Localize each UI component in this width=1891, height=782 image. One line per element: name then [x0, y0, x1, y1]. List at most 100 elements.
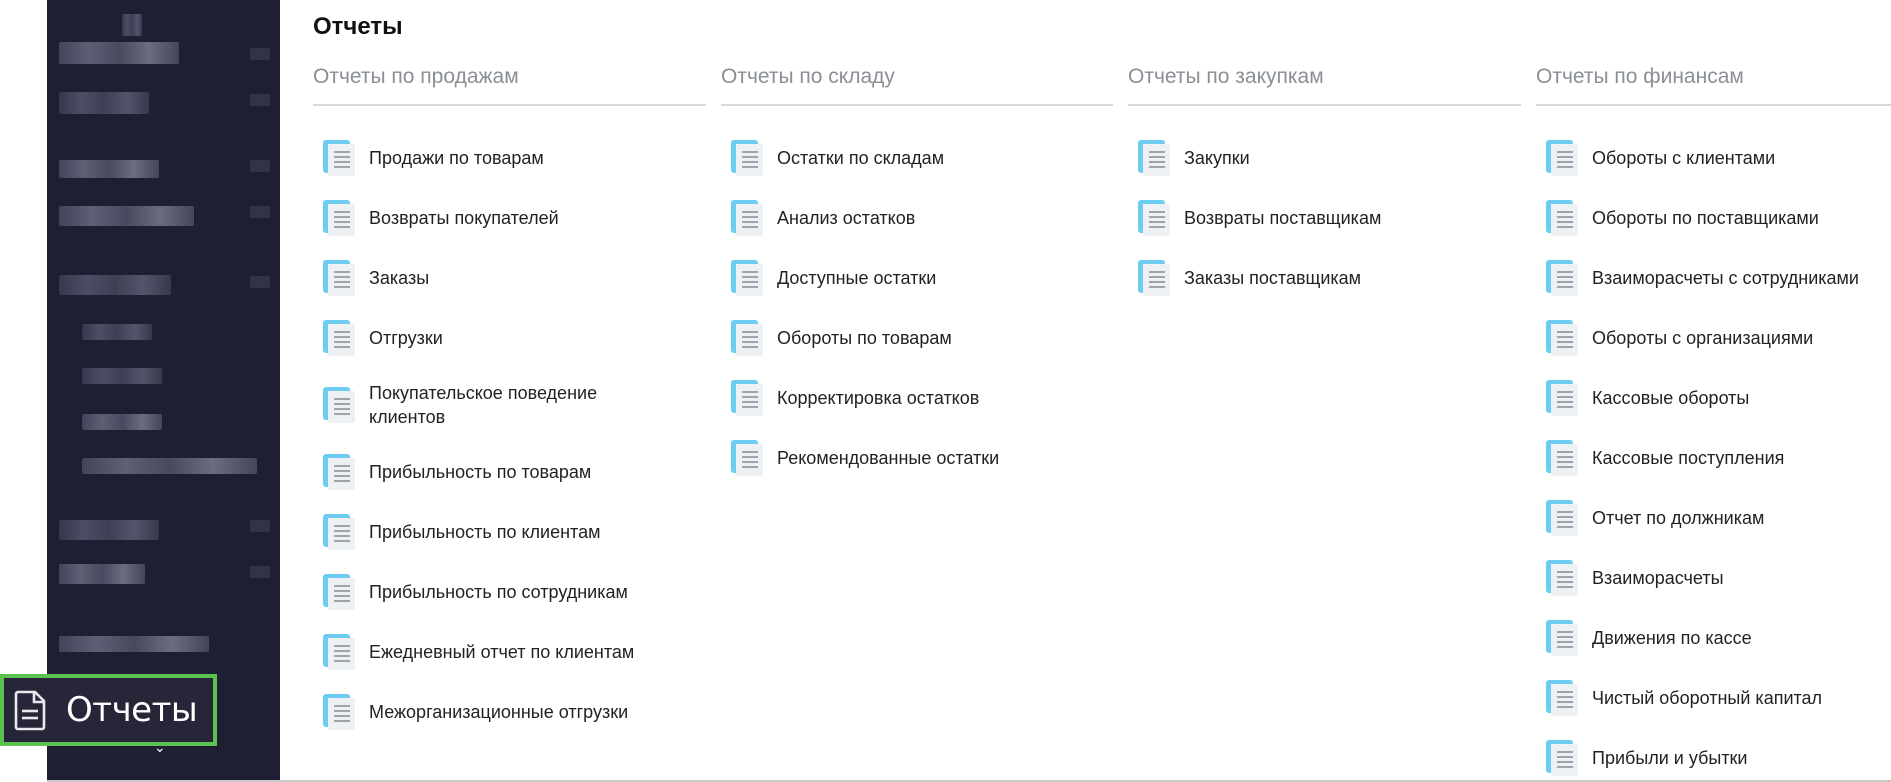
report-link[interactable]: Отгрузки: [323, 308, 706, 368]
main-content: Отчеты Отчеты по продажам Продажи по тов…: [280, 0, 1891, 782]
sidebar-blurred-item[interactable]: [59, 520, 159, 540]
report-link[interactable]: Возвраты покупателей: [323, 188, 706, 248]
column-items: Продажи по товарам Возвраты покупателей …: [313, 106, 706, 742]
report-document-icon: [323, 574, 355, 610]
report-document-icon: [1546, 620, 1578, 656]
report-link-label: Анализ остатков: [777, 208, 916, 228]
report-link-label: Прибыли и убытки: [1592, 748, 1748, 768]
chevron-down-icon[interactable]: ⌄: [154, 740, 166, 756]
report-link[interactable]: Межорганизационные отгрузки: [323, 682, 706, 742]
sidebar-blurred-subitem[interactable]: [82, 368, 162, 384]
report-document-icon: [323, 387, 355, 423]
report-link-label: Заказы: [369, 268, 430, 288]
report-link-label: Прибыльность по товарам: [369, 462, 592, 482]
report-link[interactable]: Закупки: [1138, 128, 1521, 188]
report-link[interactable]: Кассовые обороты: [1546, 368, 1891, 428]
report-document-icon: [731, 200, 763, 236]
report-document-icon: [323, 694, 355, 730]
report-link[interactable]: Ежедневный отчет по клиентам: [323, 622, 706, 682]
report-link-label: Обороты с клиентами: [1592, 148, 1776, 168]
report-document-icon: [731, 320, 763, 356]
report-link[interactable]: Обороты с клиентами: [1546, 128, 1891, 188]
sidebar-blurred-subitem[interactable]: [82, 324, 152, 340]
report-link-label: Остатки по складам: [777, 148, 945, 168]
sidebar-blurred-badge: [250, 160, 270, 172]
report-document-icon: [323, 260, 355, 296]
sidebar-blurred-item[interactable]: [122, 14, 142, 36]
report-document-icon: [1546, 440, 1578, 476]
report-link[interactable]: Движения по кассе: [1546, 608, 1891, 668]
report-link-label: Взаиморасчеты: [1592, 568, 1724, 588]
report-link-label: Межорганизационные отгрузки: [369, 702, 629, 722]
sidebar-blurred-badge: [250, 206, 270, 218]
report-link[interactable]: Остатки по складам: [731, 128, 1113, 188]
report-link-label: Обороты по товарам: [777, 328, 952, 348]
report-link-label: Прибыльность по клиентам: [369, 522, 601, 542]
column-header: Отчеты по продажам: [313, 62, 706, 106]
report-link-label: Обороты по поставщиками: [1592, 208, 1819, 228]
document-icon: [14, 690, 46, 731]
report-document-icon: [1546, 560, 1578, 596]
report-link[interactable]: Обороты по поставщиками: [1546, 188, 1891, 248]
report-link-label: Ежедневный отчет по клиентам: [369, 642, 635, 662]
sidebar-blurred-item[interactable]: [59, 92, 149, 114]
sidebar-blurred-item[interactable]: [59, 275, 171, 295]
report-document-icon: [323, 320, 355, 356]
sidebar-blurred-item[interactable]: [59, 636, 209, 652]
report-link[interactable]: Взаиморасчеты: [1546, 548, 1891, 608]
reports-column-finance: Отчеты по финансам Обороты с клиентами О…: [1536, 62, 1891, 782]
report-link[interactable]: Обороты с организациями: [1546, 308, 1891, 368]
sidebar-blurred-item[interactable]: [59, 564, 145, 584]
column-header: Отчеты по закупкам: [1128, 62, 1521, 106]
report-link[interactable]: Прибыли и убытки: [1546, 728, 1891, 782]
report-link[interactable]: Корректировка остатков: [731, 368, 1113, 428]
report-link[interactable]: Покупательское поведение клиентов: [323, 368, 706, 442]
report-link[interactable]: Отчет по должникам: [1546, 488, 1891, 548]
sidebar-blurred-item[interactable]: [59, 42, 179, 64]
report-document-icon: [1138, 260, 1170, 296]
report-link[interactable]: Взаиморасчеты с сотрудниками: [1546, 248, 1891, 308]
report-link[interactable]: Кассовые поступления: [1546, 428, 1891, 488]
report-link-label: Кассовые обороты: [1592, 388, 1750, 408]
report-link[interactable]: Возвраты поставщикам: [1138, 188, 1521, 248]
report-document-icon: [323, 634, 355, 670]
report-link[interactable]: Обороты по товарам: [731, 308, 1113, 368]
report-link-label: Корректировка остатков: [777, 388, 980, 408]
page-title: Отчеты: [313, 13, 403, 40]
report-link[interactable]: Чистый оборотный капитал: [1546, 668, 1891, 728]
report-document-icon: [731, 260, 763, 296]
sidebar-blurred-badge: [250, 94, 270, 106]
reports-column-warehouse: Отчеты по складу Остатки по складам Анал…: [721, 62, 1113, 488]
report-document-icon: [731, 140, 763, 176]
report-link[interactable]: Прибыльность по товарам: [323, 442, 706, 502]
report-link[interactable]: Анализ остатков: [731, 188, 1113, 248]
report-link[interactable]: Заказы: [323, 248, 706, 308]
sidebar-blurred-subitem[interactable]: [82, 458, 257, 474]
report-link-label: Заказы поставщикам: [1184, 268, 1362, 288]
report-link[interactable]: Продажи по товарам: [323, 128, 706, 188]
report-document-icon: [1546, 500, 1578, 536]
sidebar-blurred-item[interactable]: [59, 206, 194, 226]
sidebar-blurred-item[interactable]: [59, 160, 159, 178]
sidebar-blurred-subitem[interactable]: [82, 414, 162, 430]
report-link-label: Возвраты поставщикам: [1184, 208, 1382, 228]
report-link[interactable]: Рекомендованные остатки: [731, 428, 1113, 488]
column-header: Отчеты по финансам: [1536, 62, 1891, 106]
report-link-label: Рекомендованные остатки: [777, 448, 1000, 468]
report-link[interactable]: Доступные остатки: [731, 248, 1113, 308]
report-document-icon: [323, 200, 355, 236]
sidebar-blurred-badge: [250, 566, 270, 578]
sidebar: [47, 0, 280, 782]
column-items: Обороты с клиентами Обороты по поставщик…: [1536, 106, 1891, 782]
column-items: Остатки по складам Анализ остатков Досту…: [721, 106, 1113, 488]
report-document-icon: [1546, 320, 1578, 356]
report-document-icon: [323, 454, 355, 490]
report-link-label: Доступные остатки: [777, 268, 937, 288]
report-link[interactable]: Заказы поставщикам: [1138, 248, 1521, 308]
report-link-label: Взаиморасчеты с сотрудниками: [1592, 268, 1859, 288]
report-link[interactable]: Прибыльность по сотрудникам: [323, 562, 706, 622]
sidebar-item-reports[interactable]: Отчеты: [0, 674, 217, 746]
report-link[interactable]: Прибыльность по клиентам: [323, 502, 706, 562]
report-document-icon: [323, 514, 355, 550]
report-document-icon: [1546, 200, 1578, 236]
